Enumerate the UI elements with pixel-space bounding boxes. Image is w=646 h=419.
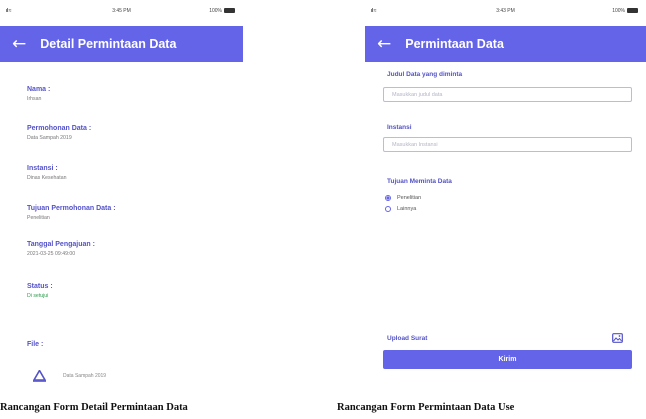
radio-checked-icon[interactable] — [385, 195, 391, 201]
app-bar: ← Detail Permintaan Data — [0, 26, 243, 62]
app-bar: ← Permintaan Data — [365, 26, 646, 62]
radio-label: Lainnya — [397, 206, 417, 212]
status-bar: ıl ≈ 3:43 PM 100% — [365, 0, 646, 25]
field-value-nama: Irhsan — [27, 96, 42, 102]
arrow-left-icon[interactable]: ← — [12, 35, 26, 53]
radio-label: Penelitian — [397, 195, 422, 201]
field-label-file: File : — [27, 341, 44, 348]
submit-button[interactable]: Kirim — [383, 350, 632, 369]
instansi-input[interactable] — [383, 137, 632, 152]
file-name[interactable]: Data Sampah 2019 — [63, 373, 106, 379]
field-label-instansi: Instansi : — [27, 165, 58, 172]
radio-option-lainnya[interactable]: Lainnya — [385, 206, 416, 212]
caption-detail: Rancangan Form Detail Permintaan Data — [0, 402, 188, 413]
field-label-tujuan: Tujuan Permohonan Data : — [27, 205, 116, 212]
battery-percent: 100% — [209, 8, 222, 14]
field-label-permohonan: Permohonan Data : — [27, 125, 92, 132]
arrow-left-icon[interactable]: ← — [377, 35, 391, 53]
field-value-instansi: Dinas Kesehatan — [27, 175, 67, 181]
field-label-tanggal: Tanggal Pengajuan : — [27, 241, 95, 248]
detail-screen: ıl ≈ 3:45 PM 100% ← Detail Permintaan Da… — [0, 0, 243, 385]
field-value-tanggal: 2021-03-25 09:49:00 — [27, 251, 76, 257]
file-icon — [33, 370, 46, 382]
battery-icon — [224, 8, 235, 14]
radio-option-penelitian[interactable]: Penelitian — [385, 195, 421, 201]
battery-icon — [627, 8, 638, 14]
radio-unchecked-icon[interactable] — [385, 206, 391, 212]
battery-indicator: 100% — [209, 8, 235, 14]
request-screen: ıl ≈ 3:43 PM 100% ← Permintaan Data Judu… — [365, 0, 646, 385]
judul-label: Judul Data yang diminta — [387, 71, 463, 78]
status-time: 3:45 PM — [112, 8, 131, 14]
judul-input[interactable] — [383, 87, 632, 102]
tujuan-label: Tujuan Meminta Data — [387, 178, 452, 185]
status-time: 3:43 PM — [496, 8, 515, 14]
field-value-permohonan: Data Sampah 2019 — [27, 135, 72, 141]
field-value-tujuan: Penelitian — [27, 215, 50, 221]
status-badge: Di setujui — [27, 293, 49, 299]
field-label-status: Status : — [27, 283, 53, 290]
page-title: Detail Permintaan Data — [40, 37, 177, 51]
instansi-label: Instansi — [387, 124, 412, 131]
status-bar: ıl ≈ 3:45 PM 100% — [0, 0, 243, 25]
field-label-nama: Nama : — [27, 86, 51, 93]
image-upload-icon[interactable] — [612, 333, 623, 343]
battery-indicator: 100% — [612, 8, 638, 14]
battery-percent: 100% — [612, 8, 625, 14]
upload-label: Upload Surat — [387, 335, 428, 342]
page-title: Permintaan Data — [405, 37, 504, 51]
file-attachment[interactable]: Data Sampah 2019 — [33, 370, 106, 382]
caption-request: Rancangan Form Permintaan Data Use — [337, 402, 515, 413]
